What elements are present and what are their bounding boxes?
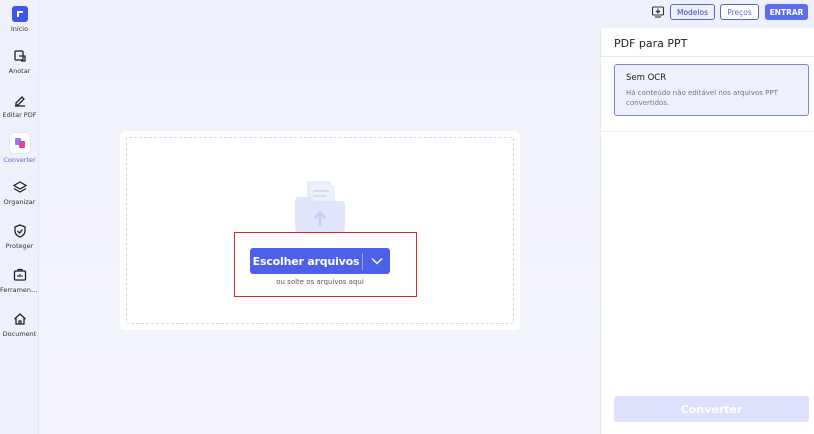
sidebar-item-label: Organizar: [3, 198, 36, 206]
sidebar-item-converter[interactable]: Converter: [0, 133, 39, 164]
divider: [601, 56, 814, 57]
logo-icon: [11, 6, 28, 22]
precos-button[interactable]: Preços: [720, 4, 759, 20]
download-icon[interactable]: [651, 5, 665, 19]
drop-hint-text: ou solte os arquivos aqui: [276, 278, 364, 286]
convert-icon: [9, 133, 30, 153]
edit-pen-icon: [14, 96, 25, 107]
folder-upload-icon: [295, 181, 345, 232]
sidebar-item-label: Anotar: [8, 67, 31, 75]
entrar-button[interactable]: ENTRAR: [765, 4, 808, 20]
home-icon: [13, 313, 26, 325]
ocr-option-title: Sem OCR: [626, 73, 667, 83]
panel-title: PDF para PPT: [614, 37, 688, 50]
sidebar-item-ferramentas[interactable]: Ferramentas: [0, 267, 39, 294]
sidebar-item-label: Document: [2, 330, 37, 338]
toolbox-icon: [13, 268, 26, 281]
convert-button[interactable]: Converter: [614, 396, 809, 422]
sidebar-item-anotar[interactable]: Anotar: [0, 48, 39, 75]
sidebar-item-inicio[interactable]: Início: [0, 6, 39, 33]
sidebar-item-label: Proteger: [5, 242, 34, 250]
divider: [601, 131, 814, 132]
ocr-option-card[interactable]: Sem OCR Há conteúdo não editável nos arq…: [614, 64, 809, 116]
sidebar-item-label: Converter: [3, 156, 36, 164]
chevron-down-icon[interactable]: [363, 248, 390, 274]
layers-icon: [12, 181, 27, 193]
shield-icon: [13, 224, 26, 238]
modelos-button[interactable]: Modelos: [670, 4, 715, 20]
ocr-option-description: Há conteúdo não editável nos arquivos PP…: [626, 89, 778, 107]
sidebar-item-proteger[interactable]: Proteger: [0, 223, 39, 250]
sidebar-item-label: Ferramentas: [0, 286, 39, 294]
sidebar-item-label: Início: [10, 25, 29, 33]
sidebar-item-organizar[interactable]: Organizar: [0, 179, 39, 206]
sidebar-item-label: Editar PDF: [2, 111, 37, 119]
choose-files-button[interactable]: Escolher arquivos: [250, 248, 390, 274]
sidebar-item-document[interactable]: Document: [0, 311, 39, 338]
annotate-icon: [13, 50, 26, 62]
sidebar-item-editar-pdf[interactable]: Editar PDF: [0, 92, 39, 119]
choose-files-label: Escolher arquivos: [252, 254, 360, 268]
